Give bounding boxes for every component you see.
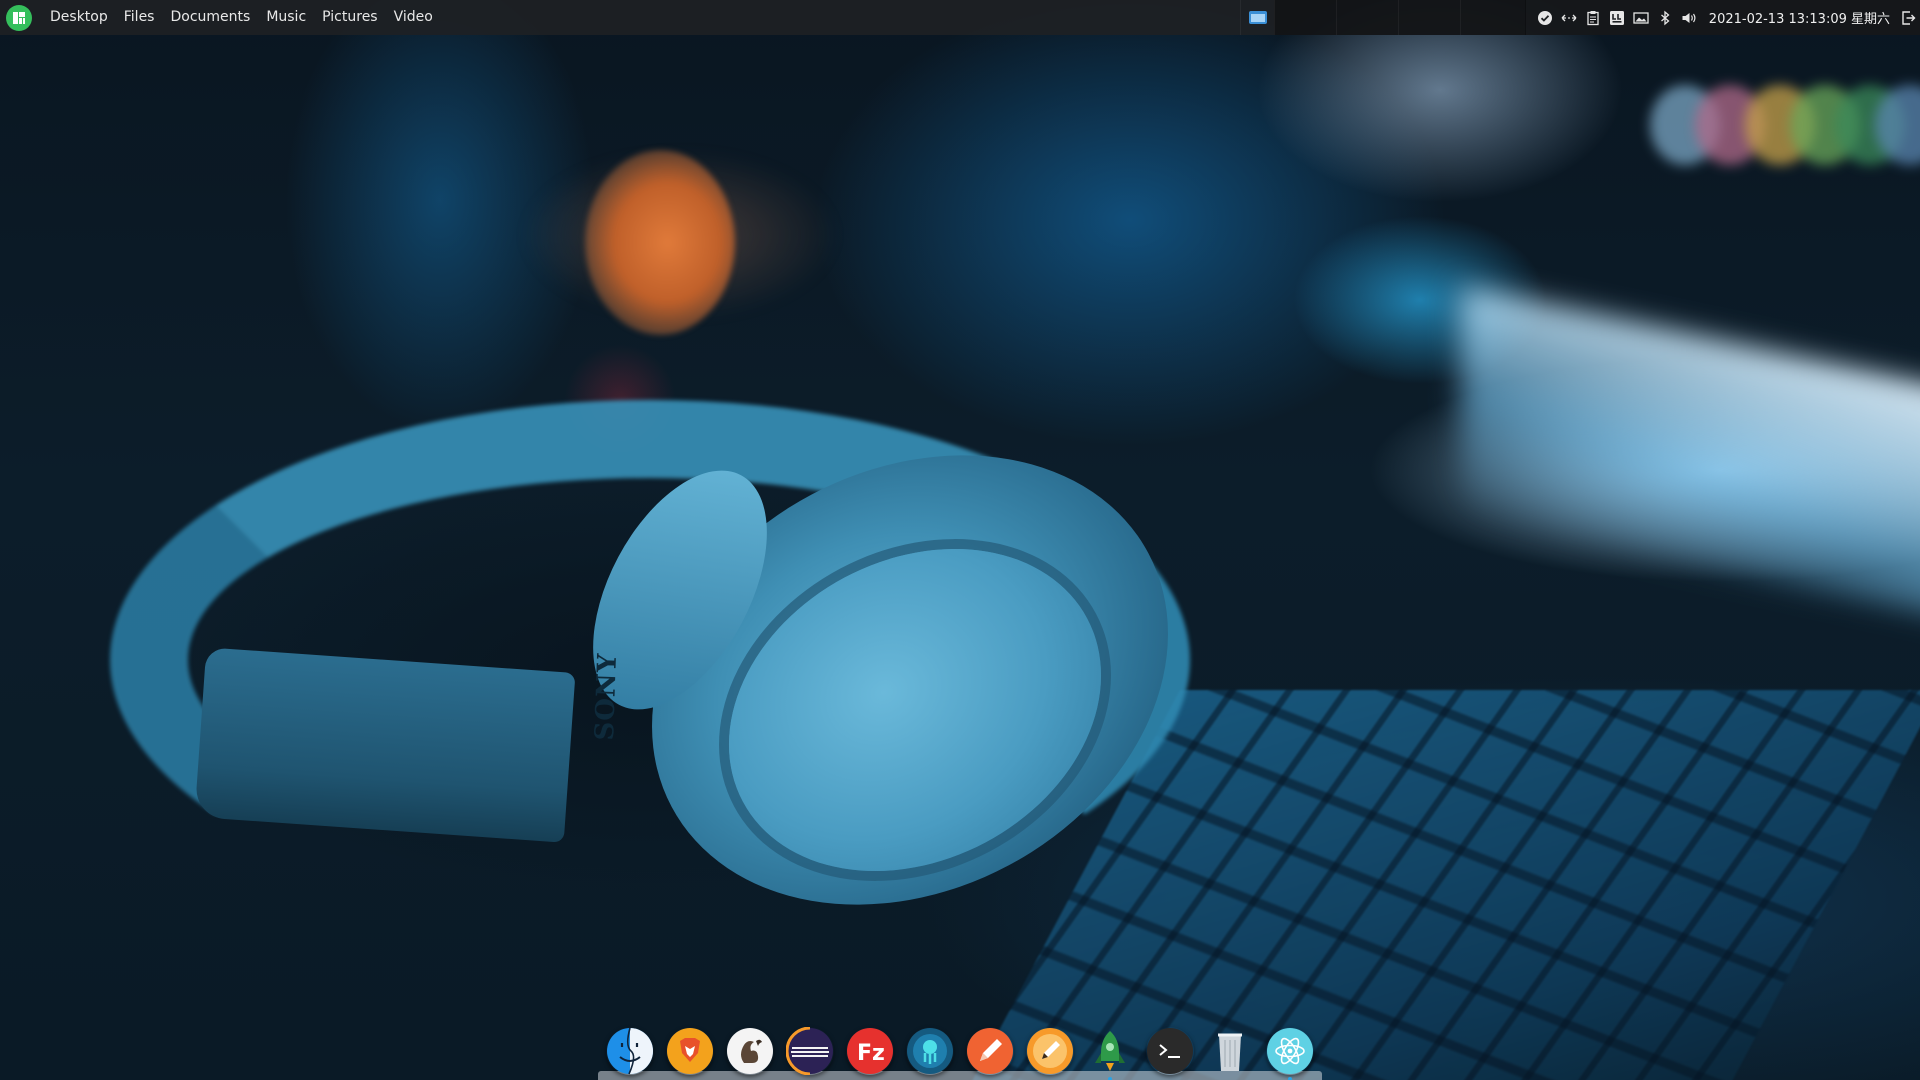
svg-text:Fz: Fz <box>857 1041 885 1066</box>
sketch-pen-icon[interactable] <box>1026 1027 1074 1075</box>
network-arrows-icon[interactable] <box>1557 0 1581 35</box>
blurred-lamp <box>585 150 735 335</box>
sequel-squirrel-icon[interactable] <box>726 1027 774 1075</box>
place-desktop[interactable]: Desktop <box>42 0 116 35</box>
gitkraken-icon[interactable] <box>906 1027 954 1075</box>
place-video[interactable]: Video <box>386 0 441 35</box>
display-icon[interactable] <box>1629 0 1653 35</box>
clock[interactable]: 2021-02-13 13:13:09 星期六 <box>1701 8 1896 27</box>
finder-icon[interactable] <box>606 1027 654 1075</box>
places-menu: Desktop Files Documents Music Pictures V… <box>42 0 441 35</box>
bokeh-lights <box>1650 85 1920 175</box>
brave-browser-icon[interactable] <box>666 1027 714 1075</box>
place-files[interactable]: Files <box>116 0 163 35</box>
volume-icon[interactable] <box>1677 0 1701 35</box>
logout-icon[interactable] <box>1896 0 1920 35</box>
filezilla-icon[interactable]: Fz <box>846 1027 894 1075</box>
laptop-screen-glow <box>1460 284 1920 626</box>
workspace-1[interactable] <box>1274 0 1336 35</box>
taskbar <box>1240 0 1526 35</box>
keyboard-layout-icon[interactable] <box>1605 0 1629 35</box>
bluetooth-icon[interactable] <box>1653 0 1677 35</box>
eclipse-ide-icon[interactable] <box>786 1027 834 1075</box>
terminal-icon[interactable] <box>1146 1027 1194 1075</box>
workspace-3[interactable] <box>1398 0 1460 35</box>
dock: Fz <box>598 1022 1322 1080</box>
checkmark-circle-icon[interactable] <box>1533 0 1557 35</box>
pencil-editor-icon[interactable] <box>966 1027 1014 1075</box>
desktop-wallpaper: SONY <box>0 0 1920 1080</box>
place-pictures[interactable]: Pictures <box>314 0 385 35</box>
place-music[interactable]: Music <box>258 0 314 35</box>
place-documents[interactable]: Documents <box>162 0 258 35</box>
headphone-arm <box>194 647 576 843</box>
atom-editor-icon[interactable] <box>1266 1027 1314 1080</box>
workspace-4[interactable] <box>1460 0 1526 35</box>
window-icon <box>1248 11 1267 24</box>
manjaro-logo-icon[interactable] <box>6 4 32 31</box>
workspace-2[interactable] <box>1336 0 1398 35</box>
trash-icon[interactable] <box>1206 1027 1254 1075</box>
system-tray: 2021-02-13 13:13:09 星期六 <box>1524 0 1920 35</box>
taskbar-window-button[interactable] <box>1240 0 1274 35</box>
clipboard-icon[interactable] <box>1581 0 1605 35</box>
rocket-launcher-icon[interactable] <box>1086 1027 1134 1080</box>
headphone-brand-logo: SONY <box>590 652 624 742</box>
top-panel: Desktop Files Documents Music Pictures V… <box>0 0 1920 35</box>
